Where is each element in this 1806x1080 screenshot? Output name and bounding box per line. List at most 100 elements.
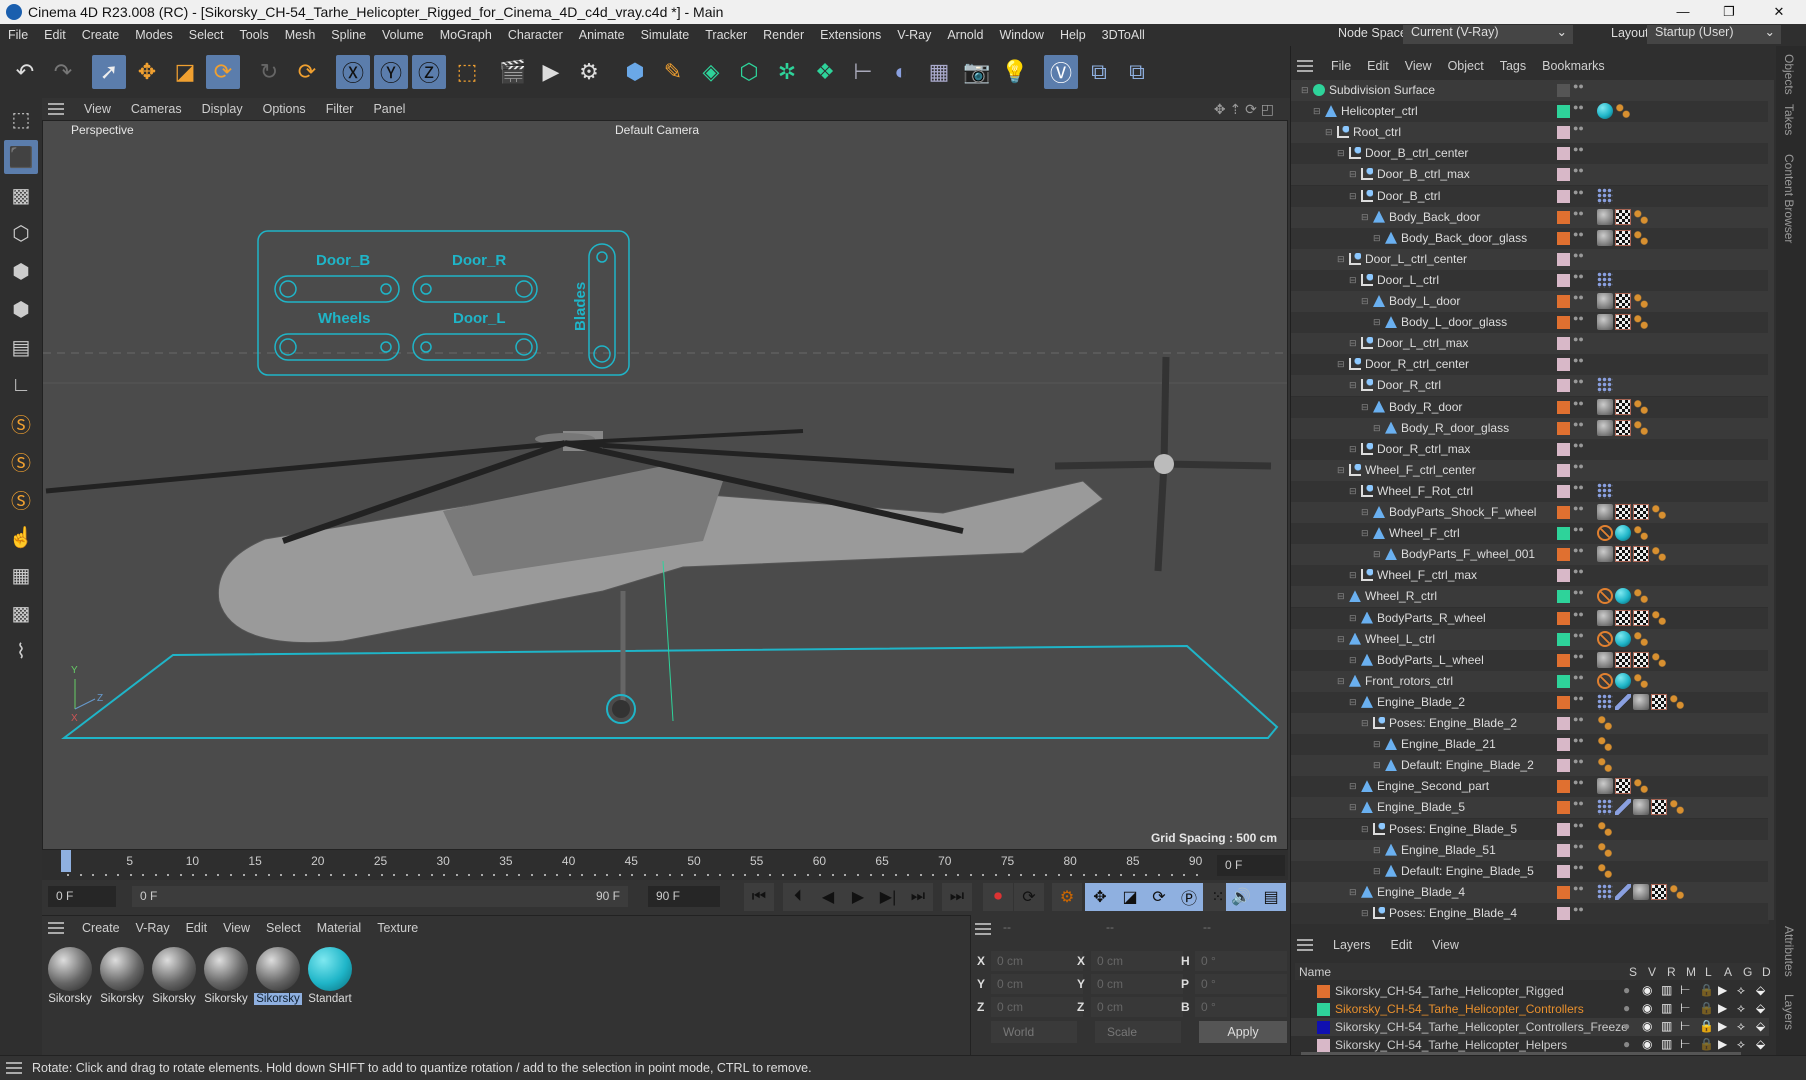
visibility-dots-icon[interactable]: ●●: [1573, 904, 1584, 913]
layer-color-swatch[interactable]: [1557, 168, 1570, 182]
object-row[interactable]: ⊟ Body_Back_door_glass ●●: [1291, 227, 1769, 249]
edges-mode-button[interactable]: ⬢: [4, 254, 38, 288]
menu-animate[interactable]: Animate: [571, 28, 633, 42]
key-scale-button[interactable]: ◪: [1115, 883, 1145, 911]
layer-menu-edit[interactable]: Edit: [1381, 938, 1423, 952]
visibility-dots-icon[interactable]: ●●: [1573, 145, 1584, 154]
redo-button[interactable]: ↷: [46, 55, 80, 89]
pose-tag-icon[interactable]: [1633, 229, 1649, 246]
tree-expand-icon[interactable]: ⊟: [1373, 739, 1381, 750]
cube-button[interactable]: ⬢: [618, 55, 652, 89]
viewport-menu-cameras[interactable]: Cameras: [121, 102, 192, 116]
checker-icon[interactable]: [1651, 799, 1667, 816]
pose-tag-icon[interactable]: [1669, 883, 1685, 900]
object-row[interactable]: ⊟ Body_L_door_glass ●●: [1291, 312, 1769, 334]
layer-color-swatch[interactable]: [1557, 210, 1570, 224]
x-axis-button[interactable]: Ⓧ: [336, 55, 370, 89]
layer-color-swatch[interactable]: [1557, 231, 1570, 245]
object-menu-tags[interactable]: Tags: [1492, 59, 1534, 73]
layer-color-swatch[interactable]: [1557, 653, 1570, 667]
pose-tag-icon[interactable]: [1597, 820, 1613, 837]
current-frame-field[interactable]: 0 F: [1217, 855, 1285, 876]
layer-color-swatch[interactable]: [1557, 400, 1570, 414]
layer-color-swatch[interactable]: [1557, 463, 1570, 477]
tree-expand-icon[interactable]: ⊟: [1361, 718, 1369, 729]
layer-solo-toggle-icon[interactable]: ●: [1623, 1037, 1630, 1051]
layer-color-swatch[interactable]: [1557, 527, 1570, 541]
checker-icon[interactable]: [1615, 419, 1631, 436]
playhead[interactable]: [61, 850, 71, 872]
visibility-dots-icon[interactable]: ●●: [1573, 588, 1584, 597]
visibility-dots-icon[interactable]: ●●: [1573, 693, 1584, 702]
visibility-dots-icon[interactable]: ●●: [1573, 799, 1584, 808]
menu-mesh[interactable]: Mesh: [277, 28, 324, 42]
object-row[interactable]: ⊟ BodyParts_Shock_F_wheel ●●: [1291, 502, 1769, 523]
visibility-dots-icon[interactable]: ●●: [1573, 82, 1584, 91]
ik-tag-icon[interactable]: [1597, 482, 1613, 499]
tab-takes[interactable]: Takes: [1782, 104, 1796, 135]
layer-menu-view[interactable]: View: [1422, 938, 1469, 952]
end-frame-field[interactable]: 90 F: [648, 886, 720, 907]
pose-tag-icon[interactable]: [1651, 546, 1667, 563]
pose-tag-icon[interactable]: [1633, 672, 1649, 689]
tree-expand-icon[interactable]: ⊟: [1337, 634, 1345, 645]
object-row[interactable]: ⊟ Poses: Engine_Blade_2 ●●: [1291, 713, 1769, 734]
select-button[interactable]: ➚: [92, 55, 126, 89]
tab-objects[interactable]: Objects: [1782, 54, 1796, 95]
floor-button[interactable]: ▦: [922, 55, 956, 89]
tree-expand-icon[interactable]: ⊟: [1349, 275, 1357, 286]
visibility-dots-icon[interactable]: ●●: [1573, 187, 1584, 196]
points-mode-button[interactable]: ⬡: [4, 216, 38, 250]
timeline-window-button[interactable]: ▤: [1256, 883, 1286, 911]
menu-mograph[interactable]: MoGraph: [432, 28, 500, 42]
material-menu-texture[interactable]: Texture: [369, 921, 426, 935]
axis-mode-button[interactable]: ∟: [4, 368, 38, 402]
object-row[interactable]: ⊟ Door_B_ctrl ●●: [1291, 185, 1769, 207]
pose-tag-icon[interactable]: [1597, 757, 1613, 774]
pose-tag-icon[interactable]: [1597, 841, 1613, 858]
layer-color-swatch[interactable]: [1557, 674, 1570, 688]
object-row[interactable]: ⊟ Engine_Blade_5 ●●: [1291, 797, 1769, 819]
visibility-dots-icon[interactable]: ●●: [1573, 335, 1584, 344]
layer-color-swatch[interactable]: [1557, 273, 1570, 287]
object-row[interactable]: ⊟ Engine_Blade_21 ●●: [1291, 734, 1769, 756]
tree-expand-icon[interactable]: ⊟: [1349, 380, 1357, 391]
tree-expand-icon[interactable]: ⊟: [1349, 655, 1357, 666]
render-picture-button[interactable]: ▶: [534, 55, 568, 89]
tree-expand-icon[interactable]: ⊟: [1361, 824, 1369, 835]
object-row[interactable]: ⊟ Engine_Blade_2 ●●: [1291, 691, 1769, 713]
checker-icon[interactable]: [1615, 609, 1631, 626]
viewport-menu-display[interactable]: Display: [192, 102, 253, 116]
coord-x-field[interactable]: 0 cm: [991, 951, 1083, 971]
tree-expand-icon[interactable]: ⊟: [1349, 802, 1357, 813]
enabled-check-icon[interactable]: [1557, 84, 1570, 97]
layer-render-toggle-icon[interactable]: ▥: [1661, 1019, 1672, 1033]
object-row[interactable]: ⊟ Root_ctrl ●●: [1291, 122, 1769, 144]
layout-select[interactable]: Startup (User): [1647, 24, 1781, 44]
layer-color-swatch[interactable]: [1557, 295, 1570, 308]
checker-icon[interactable]: [1615, 651, 1631, 668]
pose-tag-icon[interactable]: [1633, 778, 1649, 795]
tree-expand-icon[interactable]: ⊟: [1361, 908, 1369, 919]
menu-spline[interactable]: Spline: [323, 28, 374, 42]
layer-color-swatch[interactable]: [1557, 316, 1570, 330]
layer-color-swatch[interactable]: [1557, 885, 1570, 899]
layer-deformers-toggle-icon[interactable]: ⬙: [1756, 1019, 1765, 1033]
material-icon[interactable]: [1633, 883, 1649, 900]
material-swatch[interactable]: Standart: [306, 945, 354, 1011]
material-menu-create[interactable]: Create: [74, 921, 128, 935]
pose-tag-icon[interactable]: [1633, 419, 1649, 436]
menu-file[interactable]: File: [0, 28, 36, 42]
key-position-button[interactable]: ✥: [1085, 883, 1115, 911]
viewport-menu-panel[interactable]: Panel: [363, 102, 415, 116]
layer-color-swatch[interactable]: [1557, 189, 1570, 203]
layer-color-swatch[interactable]: [1557, 843, 1570, 857]
tree-expand-icon[interactable]: ⊟: [1361, 507, 1369, 518]
layer-visible-toggle-icon[interactable]: ◉: [1642, 983, 1652, 997]
layer-menu-icon[interactable]: [1297, 939, 1313, 951]
layer-color-swatch[interactable]: [1557, 801, 1570, 815]
layer-color-swatch[interactable]: [1557, 569, 1570, 583]
visibility-dots-icon[interactable]: ●●: [1573, 525, 1584, 534]
start-frame-field[interactable]: 0 F: [48, 886, 116, 907]
visibility-dots-icon[interactable]: ●●: [1573, 229, 1584, 238]
